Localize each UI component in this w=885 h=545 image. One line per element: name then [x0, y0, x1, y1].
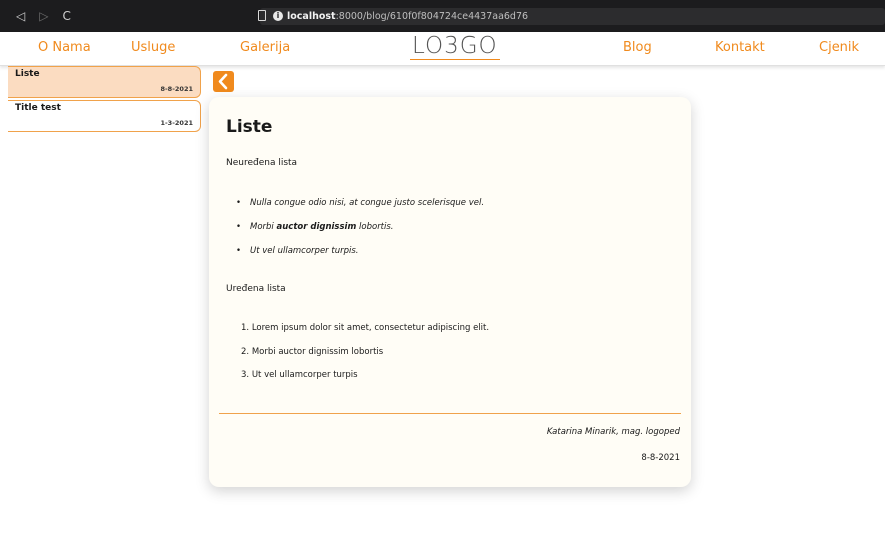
list-item: • Ut vel ullamcorper turpis. — [236, 246, 359, 256]
post-card: Liste Neuređena lista • Nulla congue odio… — [209, 97, 691, 487]
post-date: 8-8-2021 — [641, 453, 680, 463]
sidebar-post-title-test[interactable]: Title test 1-3-2021 — [8, 100, 201, 132]
chevron-left-icon — [218, 73, 228, 90]
sidebar-post-title: Liste — [15, 69, 40, 79]
url-text: localhost:8000/blog/610f0f804724ce4437aa… — [287, 11, 528, 22]
forward-arrow-icon[interactable]: ▷ — [39, 10, 48, 22]
sidebar-post-liste[interactable]: Liste 8-8-2021 — [8, 66, 201, 98]
site-info-icon[interactable]: i — [273, 11, 283, 21]
address-bar[interactable]: i localhost:8000/blog/610f0f804724ce4437… — [258, 8, 885, 25]
post-divider — [219, 413, 681, 414]
sidebar-post-title: Title test — [15, 103, 61, 113]
ordered-list-heading: Uređena lista — [226, 284, 286, 294]
unordered-list-heading: Neuređena lista — [226, 158, 298, 168]
list-item: 1. Lorem ipsum dolor sit amet, consectet… — [241, 323, 490, 333]
nav-link-o-nama[interactable]: O Nama — [38, 40, 91, 55]
list-item: • Nulla congue odio nisi, at congue justo… — [236, 198, 485, 208]
nav-link-kontakt[interactable]: Kontakt — [715, 40, 765, 55]
site-header: O Nama Usluge Galerija LO3GO Blog Kontak… — [0, 32, 885, 66]
sidebar-post-date: 8-8-2021 — [160, 85, 193, 93]
bookmark-icon[interactable] — [258, 10, 266, 21]
reload-icon[interactable]: C — [62, 10, 70, 22]
list-item: 2. Morbi auctor dignissim lobortis — [241, 347, 384, 357]
nav-link-blog[interactable]: Blog — [623, 40, 652, 55]
post-title: Liste — [226, 117, 273, 137]
nav-link-cjenik[interactable]: Cjenik — [819, 40, 859, 55]
list-item: 3. Ut vel ullamcorper turpis — [241, 370, 358, 380]
post-author: Katarina Minarik, mag. logoped — [546, 427, 680, 437]
nav-link-galerija[interactable]: Galerija — [240, 40, 290, 55]
url-host: localhost — [287, 11, 336, 22]
nav-link-usluge[interactable]: Usluge — [131, 40, 175, 55]
url-path: :8000/blog/610f0f804724ce4437aa6d76 — [335, 11, 529, 22]
list-item: • Morbi auctor dignissim lobortis. — [236, 222, 394, 232]
sidebar-post-date: 1-3-2021 — [160, 119, 193, 127]
back-button[interactable] — [213, 71, 234, 92]
back-arrow-icon[interactable]: ◁ — [16, 10, 25, 22]
site-logo[interactable]: LO3GO — [410, 33, 500, 60]
browser-toolbar: ◁ ▷ C i localhost:8000/blog/610f0f804724… — [0, 0, 885, 32]
browser-nav-buttons: ◁ ▷ C — [0, 10, 246, 22]
